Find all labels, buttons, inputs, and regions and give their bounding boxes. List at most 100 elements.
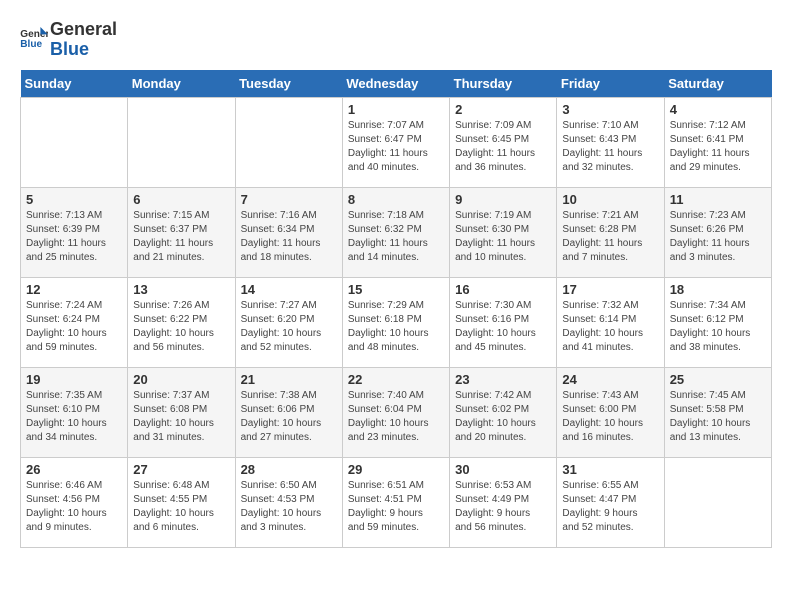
weekday-header-monday: Monday (128, 70, 235, 98)
calendar-week-5: 26 Sunrise: 6:46 AM Sunset: 4:56 PM Dayli… (21, 457, 772, 547)
svg-text:Blue: Blue (20, 39, 42, 49)
day-number: 10 (562, 192, 658, 207)
day-number: 25 (670, 372, 766, 387)
calendar-week-1: 1 Sunrise: 7:07 AM Sunset: 6:47 PM Daylig… (21, 97, 772, 187)
day-info: Sunrise: 6:51 AM Sunset: 4:51 PM Dayligh… (348, 479, 444, 535)
day-number: 20 (133, 372, 229, 387)
calendar-cell: 10Sunrise: 7:21 AM Sunset: 6:28 PM Dayli… (557, 187, 664, 277)
calendar-cell: 12 Sunrise: 7:24 AM Sunset: 6:24 PM Dayli… (21, 277, 128, 367)
weekday-header-friday: Friday (557, 70, 664, 98)
calendar-cell: 19Sunrise: 7:35 AM Sunset: 6:10 PM Dayli… (21, 367, 128, 457)
calendar-cell: 27 Sunrise: 6:48 AM Sunset: 4:55 PM Dayli… (128, 457, 235, 547)
calendar-cell: 22 Sunrise: 7:40 AM Sunset: 6:04 PM Dayli… (342, 367, 449, 457)
day-number: 1 (348, 102, 444, 117)
logo-icon: General Blue (20, 27, 48, 49)
calendar-cell (128, 97, 235, 187)
calendar-cell: 5Sunrise: 7:13 AM Sunset: 6:39 PM Daylig… (21, 187, 128, 277)
day-number: 5 (26, 192, 122, 207)
day-number: 28 (241, 462, 337, 477)
day-info: Sunrise: 7:43 AM Sunset: 6:00 PM Dayligh… (562, 389, 658, 445)
calendar-cell (664, 457, 771, 547)
day-info: Sunrise: 7:38 AM Sunset: 6:06 PM Dayligh… (241, 389, 337, 445)
day-number: 13 (133, 282, 229, 297)
day-number: 19 (26, 372, 122, 387)
day-number: 9 (455, 192, 551, 207)
day-info: Sunrise: 7:42 AM Sunset: 6:02 PM Dayligh… (455, 389, 551, 445)
calendar-cell: 20 Sunrise: 7:37 AM Sunset: 6:08 PM Dayli… (128, 367, 235, 457)
calendar-cell: 11 Sunrise: 7:23 AM Sunset: 6:26 PM Dayli… (664, 187, 771, 277)
calendar-cell: 21 Sunrise: 7:38 AM Sunset: 6:06 PM Dayli… (235, 367, 342, 457)
weekday-header-thursday: Thursday (450, 70, 557, 98)
calendar-cell: 18 Sunrise: 7:34 AM Sunset: 6:12 PM Dayli… (664, 277, 771, 367)
calendar-body: 1 Sunrise: 7:07 AM Sunset: 6:47 PM Daylig… (21, 97, 772, 547)
calendar-header: SundayMondayTuesdayWednesdayThursdayFrid… (21, 70, 772, 98)
calendar-week-4: 19Sunrise: 7:35 AM Sunset: 6:10 PM Dayli… (21, 367, 772, 457)
calendar-cell (235, 97, 342, 187)
calendar-cell: 6Sunrise: 7:15 AM Sunset: 6:37 PM Daylig… (128, 187, 235, 277)
day-info: Sunrise: 6:53 AM Sunset: 4:49 PM Dayligh… (455, 479, 551, 535)
day-number: 23 (455, 372, 551, 387)
weekday-header-tuesday: Tuesday (235, 70, 342, 98)
day-number: 18 (670, 282, 766, 297)
day-info: Sunrise: 6:48 AM Sunset: 4:55 PM Dayligh… (133, 479, 229, 535)
day-info: Sunrise: 7:12 AM Sunset: 6:41 PM Dayligh… (670, 119, 766, 175)
day-info: Sunrise: 6:55 AM Sunset: 4:47 PM Dayligh… (562, 479, 658, 535)
calendar-table: SundayMondayTuesdayWednesdayThursdayFrid… (20, 70, 772, 548)
calendar-cell: 25Sunrise: 7:45 AM Sunset: 5:58 PM Dayli… (664, 367, 771, 457)
day-number: 21 (241, 372, 337, 387)
day-number: 7 (241, 192, 337, 207)
day-info: Sunrise: 7:09 AM Sunset: 6:45 PM Dayligh… (455, 119, 551, 175)
calendar-cell: 29 Sunrise: 6:51 AM Sunset: 4:51 PM Dayli… (342, 457, 449, 547)
day-info: Sunrise: 6:50 AM Sunset: 4:53 PM Dayligh… (241, 479, 337, 535)
calendar-week-2: 5Sunrise: 7:13 AM Sunset: 6:39 PM Daylig… (21, 187, 772, 277)
header: General Blue General Blue (20, 20, 772, 60)
calendar-cell (21, 97, 128, 187)
calendar-cell: 3 Sunrise: 7:10 AM Sunset: 6:43 PM Daylig… (557, 97, 664, 187)
day-number: 14 (241, 282, 337, 297)
day-info: Sunrise: 7:18 AM Sunset: 6:32 PM Dayligh… (348, 209, 444, 265)
day-info: Sunrise: 7:40 AM Sunset: 6:04 PM Dayligh… (348, 389, 444, 445)
day-info: Sunrise: 7:37 AM Sunset: 6:08 PM Dayligh… (133, 389, 229, 445)
calendar-cell: 14 Sunrise: 7:27 AM Sunset: 6:20 PM Dayli… (235, 277, 342, 367)
day-number: 4 (670, 102, 766, 117)
calendar-cell: 23 Sunrise: 7:42 AM Sunset: 6:02 PM Dayli… (450, 367, 557, 457)
day-info: Sunrise: 7:34 AM Sunset: 6:12 PM Dayligh… (670, 299, 766, 355)
calendar-cell: 24Sunrise: 7:43 AM Sunset: 6:00 PM Dayli… (557, 367, 664, 457)
day-info: Sunrise: 7:26 AM Sunset: 6:22 PM Dayligh… (133, 299, 229, 355)
day-number: 11 (670, 192, 766, 207)
logo: General Blue General Blue (20, 20, 117, 60)
weekday-header-wednesday: Wednesday (342, 70, 449, 98)
day-info: Sunrise: 7:29 AM Sunset: 6:18 PM Dayligh… (348, 299, 444, 355)
day-info: Sunrise: 7:19 AM Sunset: 6:30 PM Dayligh… (455, 209, 551, 265)
day-info: Sunrise: 7:07 AM Sunset: 6:47 PM Dayligh… (348, 119, 444, 175)
calendar-cell: 2 Sunrise: 7:09 AM Sunset: 6:45 PM Daylig… (450, 97, 557, 187)
day-number: 22 (348, 372, 444, 387)
day-number: 6 (133, 192, 229, 207)
calendar-cell: 4 Sunrise: 7:12 AM Sunset: 6:41 PM Daylig… (664, 97, 771, 187)
day-info: Sunrise: 7:23 AM Sunset: 6:26 PM Dayligh… (670, 209, 766, 265)
day-number: 8 (348, 192, 444, 207)
calendar-cell: 13 Sunrise: 7:26 AM Sunset: 6:22 PM Dayli… (128, 277, 235, 367)
day-number: 3 (562, 102, 658, 117)
calendar-cell: 31 Sunrise: 6:55 AM Sunset: 4:47 PM Dayli… (557, 457, 664, 547)
weekday-header-sunday: Sunday (21, 70, 128, 98)
day-number: 2 (455, 102, 551, 117)
calendar-week-3: 12 Sunrise: 7:24 AM Sunset: 6:24 PM Dayli… (21, 277, 772, 367)
calendar-cell: 16Sunrise: 7:30 AM Sunset: 6:16 PM Dayli… (450, 277, 557, 367)
weekday-header-saturday: Saturday (664, 70, 771, 98)
day-info: Sunrise: 7:10 AM Sunset: 6:43 PM Dayligh… (562, 119, 658, 175)
day-number: 15 (348, 282, 444, 297)
day-number: 26 (26, 462, 122, 477)
logo-text: General Blue (50, 20, 117, 60)
day-info: Sunrise: 6:46 AM Sunset: 4:56 PM Dayligh… (26, 479, 122, 535)
day-info: Sunrise: 7:27 AM Sunset: 6:20 PM Dayligh… (241, 299, 337, 355)
day-number: 27 (133, 462, 229, 477)
calendar-cell: 9 Sunrise: 7:19 AM Sunset: 6:30 PM Daylig… (450, 187, 557, 277)
day-number: 29 (348, 462, 444, 477)
calendar-cell: 15 Sunrise: 7:29 AM Sunset: 6:18 PM Dayli… (342, 277, 449, 367)
day-number: 17 (562, 282, 658, 297)
day-info: Sunrise: 7:30 AM Sunset: 6:16 PM Dayligh… (455, 299, 551, 355)
day-number: 31 (562, 462, 658, 477)
day-number: 12 (26, 282, 122, 297)
day-info: Sunrise: 7:24 AM Sunset: 6:24 PM Dayligh… (26, 299, 122, 355)
